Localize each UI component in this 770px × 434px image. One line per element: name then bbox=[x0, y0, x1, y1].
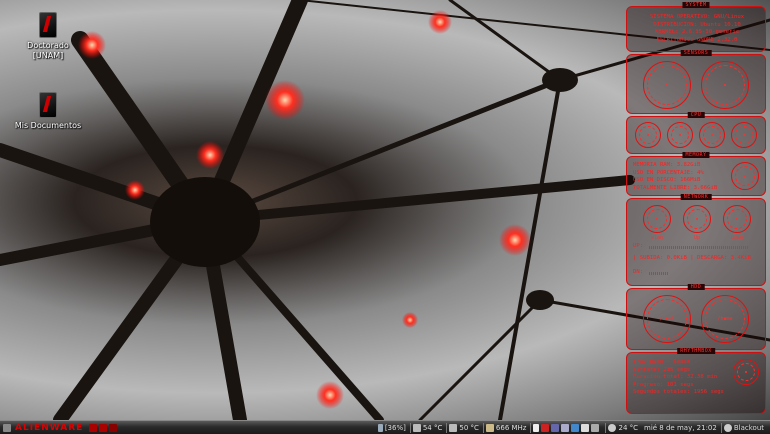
cpu-box: CPU bbox=[626, 112, 766, 154]
down-label: Down bbox=[730, 235, 744, 241]
memory-title: MEMORY bbox=[682, 152, 710, 158]
power-icon[interactable] bbox=[591, 423, 600, 432]
music-line: Bitrate: 235 segs bbox=[633, 366, 691, 373]
cloud-icon bbox=[608, 423, 617, 432]
temp-sensor-1[interactable]: 54 °C bbox=[412, 422, 443, 433]
music-progress-gauge bbox=[733, 359, 759, 385]
launcher-icons bbox=[89, 422, 119, 433]
sensor-gauge bbox=[701, 61, 749, 109]
cpu-core-gauge bbox=[699, 122, 725, 148]
network-title: NETWORK bbox=[680, 194, 712, 200]
system-title: SYSTEM bbox=[682, 2, 710, 8]
app-launcher-icon[interactable] bbox=[99, 423, 108, 432]
bottom-panel: ALIENWARE [36%] 54 °C 50 °C 666 MHz 24 °… bbox=[0, 420, 770, 434]
memory-gauge bbox=[731, 162, 759, 190]
home-disk-gauge: /home bbox=[701, 295, 749, 343]
alienware-folder-icon bbox=[39, 92, 57, 118]
app-launcher-icon[interactable] bbox=[109, 423, 118, 432]
menu-icon bbox=[3, 423, 11, 432]
system-line: SISTEMA OPERATIVO: GNU/Linux bbox=[649, 14, 745, 20]
temp-value: 50 °C bbox=[459, 423, 479, 432]
hdd-box: HDD /root /home bbox=[626, 284, 766, 350]
system-box: SYSTEM SISTEMA OPERATIVO: GNU/Linux DIST… bbox=[626, 2, 766, 52]
battery-indicator[interactable]: [36%] bbox=[377, 422, 406, 433]
cpu-frequency[interactable]: 666 MHz bbox=[485, 422, 527, 433]
cpu-core-gauge bbox=[635, 122, 661, 148]
sensors-title: SENSORS bbox=[680, 50, 712, 56]
memory-box: MEMORY MEMORIA RAM: 3.82GiB USO EN PORCE… bbox=[626, 152, 766, 196]
up-label: Up bbox=[693, 235, 701, 241]
system-line: KERNEL: 2.6.35-30-generic bbox=[654, 29, 740, 35]
download-icon[interactable] bbox=[571, 423, 580, 432]
menu-button[interactable] bbox=[3, 422, 13, 433]
user-menu[interactable]: Blackout bbox=[723, 422, 764, 433]
music-line: Duracion total: 32.38 min bbox=[633, 374, 718, 380]
alienware-folder-icon bbox=[39, 12, 57, 38]
net-status-line: | SUBIDA: 0.0KiB | DESCARGA: 3.4KiB bbox=[633, 255, 751, 261]
battery-percent: [36%] bbox=[384, 423, 406, 432]
memory-line: USO EN DISCO: 166MiB bbox=[633, 177, 701, 183]
wlan-gauge bbox=[643, 205, 671, 233]
system-line: ESCRITORIO: GNOME 2.32.0 bbox=[656, 36, 738, 43]
conky-monitor-panel: SYSTEM SISTEMA OPERATIVO: GNU/Linux DIST… bbox=[626, 2, 766, 416]
network-box: NETWORK wlan Up Down UP: | SUBIDA: 0.0Ki… bbox=[626, 194, 766, 286]
music-line: Tray Ruon - Seesm bbox=[633, 359, 691, 365]
system-line: DISTRIBUCION: Ubuntu 10.10 bbox=[653, 21, 741, 28]
hdd-title: HDD bbox=[687, 284, 705, 290]
cpu-icon bbox=[485, 423, 494, 432]
music-line: Progreso: 101 segs bbox=[633, 381, 694, 388]
user-name: Blackout bbox=[733, 423, 764, 432]
rhythmbox-box: RHYTHMBOX Tray Ruon - Seesm Bitrate: 235… bbox=[626, 348, 766, 414]
upload-graph bbox=[649, 246, 749, 249]
desktop-icon-doctorado[interactable]: Doctorado [UNAM] bbox=[8, 12, 88, 61]
download-gauge bbox=[723, 205, 751, 233]
cpu-title: CPU bbox=[687, 112, 705, 118]
user-icon bbox=[723, 423, 732, 432]
temp-value: 54 °C bbox=[422, 423, 443, 432]
desktop: Doctorado [UNAM] Mis Documentos SYSTEM S… bbox=[0, 0, 770, 420]
music-line: Segundos totales: 1956 segs bbox=[633, 389, 724, 395]
record-icon[interactable] bbox=[541, 423, 550, 432]
memory-line: MEMORIA RAM: 3.82GiB bbox=[633, 162, 701, 168]
clock[interactable]: mié 8 de may, 21:02 bbox=[644, 422, 717, 433]
upload-gauge bbox=[683, 205, 711, 233]
net-up-label: UP: bbox=[633, 243, 644, 249]
net-down-label: DN: bbox=[633, 269, 644, 275]
download-graph bbox=[649, 272, 669, 275]
weather-temp: 24 °C bbox=[618, 423, 639, 432]
thermometer-icon bbox=[412, 423, 421, 432]
tray-icons bbox=[533, 422, 601, 433]
rhythmbox-title: RHYTHMBOX bbox=[677, 348, 715, 354]
alienware-launcher[interactable]: ALIENWARE bbox=[15, 422, 83, 433]
app-icon[interactable] bbox=[551, 423, 560, 432]
thermometer-icon bbox=[449, 423, 458, 432]
cpu-freq-value: 666 MHz bbox=[495, 423, 527, 432]
desktop-icon-label: Doctorado [UNAM] bbox=[27, 41, 69, 60]
sensors-box: SENSORS bbox=[626, 50, 766, 114]
temp-sensor-2[interactable]: 50 °C bbox=[449, 422, 479, 433]
memory-line: TOTALMENTE LIBRE: 3.66GiB bbox=[633, 184, 718, 191]
wlan-label: wlan bbox=[650, 235, 664, 241]
brand-label: ALIENWARE bbox=[15, 422, 84, 433]
desktop-icon-label: Mis Documentos bbox=[14, 121, 82, 130]
cpu-core-gauge bbox=[731, 122, 757, 148]
root-disk-gauge: /root bbox=[643, 295, 691, 343]
memory-line: USO EN PORCENTAJE: 4% bbox=[633, 169, 704, 176]
weather-indicator[interactable]: 24 °C bbox=[608, 422, 638, 433]
volume-icon[interactable] bbox=[561, 423, 570, 432]
desktop-icon-mis-documentos[interactable]: Mis Documentos bbox=[8, 92, 88, 131]
network-signal-icon[interactable] bbox=[533, 423, 540, 432]
app-launcher-icon[interactable] bbox=[89, 423, 98, 432]
battery-icon bbox=[377, 423, 383, 432]
mail-icon[interactable] bbox=[581, 423, 590, 432]
sensor-gauge bbox=[643, 61, 691, 109]
cpu-core-gauge bbox=[667, 122, 693, 148]
clock-datetime: mié 8 de may, 21:02 bbox=[644, 423, 717, 432]
